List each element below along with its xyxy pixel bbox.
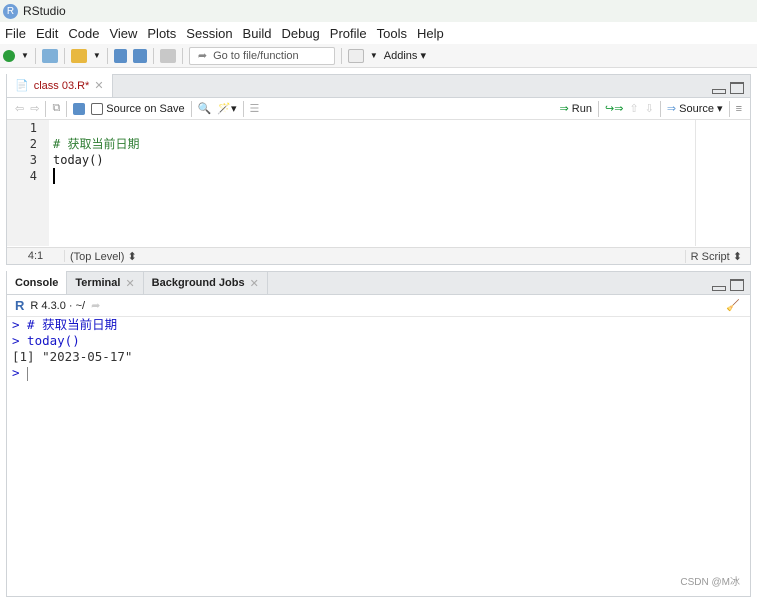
source-on-save-checkbox[interactable]: Source on Save bbox=[91, 102, 185, 115]
up-arrow-icon[interactable]: ⇧ bbox=[629, 102, 638, 115]
save-icon[interactable] bbox=[113, 48, 127, 63]
filetype-selector[interactable]: R Script ⬍ bbox=[684, 249, 750, 263]
console-output[interactable]: > # 获取当前日期 > today() [1] "2023-05-17" > bbox=[7, 317, 750, 381]
editor-pane: 📄 class 03.R* ✕ ⇦ ⇨ ⧉ Source on Save 🔍 🪄▾… bbox=[6, 74, 751, 265]
line-gutter: 1234 bbox=[7, 120, 49, 246]
save-all-icon[interactable] bbox=[132, 48, 147, 63]
rerun-icon[interactable]: ↪⇒ bbox=[605, 102, 623, 115]
print-icon[interactable] bbox=[159, 48, 176, 63]
code-line: today() bbox=[53, 153, 104, 167]
editor-toolbar: ⇦ ⇨ ⧉ Source on Save 🔍 🪄▾ ☰ ⇒ Run ↪⇒ ⇧ ⇩ … bbox=[7, 98, 750, 120]
search-icon[interactable]: 🔍 bbox=[198, 102, 212, 115]
close-icon[interactable]: ✕ bbox=[250, 277, 259, 290]
magic-wand-icon[interactable]: 🪄▾ bbox=[217, 102, 236, 115]
addins-button[interactable]: Addins ▾ bbox=[384, 49, 426, 62]
save-icon[interactable] bbox=[73, 102, 86, 115]
editor-status-bar: 4:1 (Top Level) ⬍ R Script ⬍ bbox=[7, 247, 750, 264]
tab-terminal[interactable]: Terminal ✕ bbox=[67, 272, 144, 294]
back-icon[interactable]: ⇦ bbox=[15, 102, 24, 115]
menu-code[interactable]: Code bbox=[63, 26, 104, 41]
outline-icon[interactable]: ☰ bbox=[250, 102, 260, 115]
goto-file-input[interactable]: ➦ Go to file/function bbox=[188, 46, 335, 65]
rstudio-logo-icon: R bbox=[3, 3, 18, 19]
console-pane: Console Terminal ✕ Background Jobs ✕ R R 4… bbox=[6, 271, 751, 597]
tab-console[interactable]: Console bbox=[7, 271, 68, 294]
menu-build[interactable]: Build bbox=[238, 26, 277, 41]
menu-debug[interactable]: Debug bbox=[276, 26, 324, 41]
minimize-icon[interactable] bbox=[712, 89, 726, 94]
close-icon[interactable]: ✕ bbox=[125, 277, 134, 290]
window-title: RStudio bbox=[23, 4, 66, 18]
arrow-icon: ➦ bbox=[197, 50, 208, 62]
down-arrow-icon[interactable]: ⇩ bbox=[645, 102, 654, 115]
menu-plots[interactable]: Plots bbox=[142, 26, 181, 41]
menu-session[interactable]: Session bbox=[181, 26, 237, 41]
menu-help[interactable]: Help bbox=[412, 26, 449, 41]
close-icon[interactable]: ✕ bbox=[94, 79, 103, 92]
go-to-directory-icon[interactable]: ➦ bbox=[91, 299, 100, 312]
source-button[interactable]: ⇒ Source ▾ bbox=[667, 102, 723, 115]
title-bar: R RStudio bbox=[0, 0, 757, 22]
open-folder-icon[interactable] bbox=[70, 48, 87, 63]
text-cursor bbox=[53, 168, 139, 184]
menu-edit[interactable]: Edit bbox=[31, 26, 63, 41]
r-file-icon: 📄 bbox=[15, 80, 29, 92]
forward-icon[interactable]: ⇨ bbox=[30, 102, 39, 115]
run-button[interactable]: ⇒ Run bbox=[560, 102, 592, 115]
cursor-position: 4:1 bbox=[7, 250, 65, 262]
maximize-icon[interactable] bbox=[730, 82, 744, 94]
tab-background-jobs[interactable]: Background Jobs ✕ bbox=[144, 272, 268, 294]
clear-console-icon[interactable]: 🧹 bbox=[726, 299, 750, 312]
watermark: CSDN @M冰 bbox=[680, 577, 740, 588]
scope-selector[interactable]: (Top Level) ⬍ bbox=[65, 250, 137, 263]
grid-layout-icon[interactable] bbox=[347, 48, 364, 63]
new-file-icon[interactable] bbox=[3, 49, 15, 62]
code-editor[interactable]: 1234 # 获取当前日期 today() bbox=[7, 120, 750, 246]
main-toolbar: ▼ ▼ ➦ Go to file/function ▼ Addins ▾ bbox=[0, 44, 757, 68]
r-logo-icon: R bbox=[15, 298, 25, 313]
menu-bar: File Edit Code View Plots Session Build … bbox=[0, 22, 757, 44]
menu-file[interactable]: File bbox=[0, 26, 31, 41]
menu-profile[interactable]: Profile bbox=[325, 26, 372, 41]
new-project-icon[interactable] bbox=[41, 48, 58, 63]
tab-class03[interactable]: 📄 class 03.R* ✕ bbox=[7, 74, 113, 97]
console-header: R R 4.3.0 · ~/ ➦ 🧹 bbox=[7, 295, 750, 317]
maximize-icon[interactable] bbox=[730, 279, 744, 291]
menu-tools[interactable]: Tools bbox=[372, 26, 412, 41]
console-cursor bbox=[27, 366, 29, 381]
menu-view[interactable]: View bbox=[104, 26, 142, 41]
minimize-icon[interactable] bbox=[712, 286, 726, 291]
code-comment: # 获取当前日期 bbox=[53, 137, 140, 151]
show-in-window-icon[interactable]: ⧉ bbox=[52, 102, 60, 115]
document-outline-icon[interactable]: ≡ bbox=[736, 103, 742, 115]
